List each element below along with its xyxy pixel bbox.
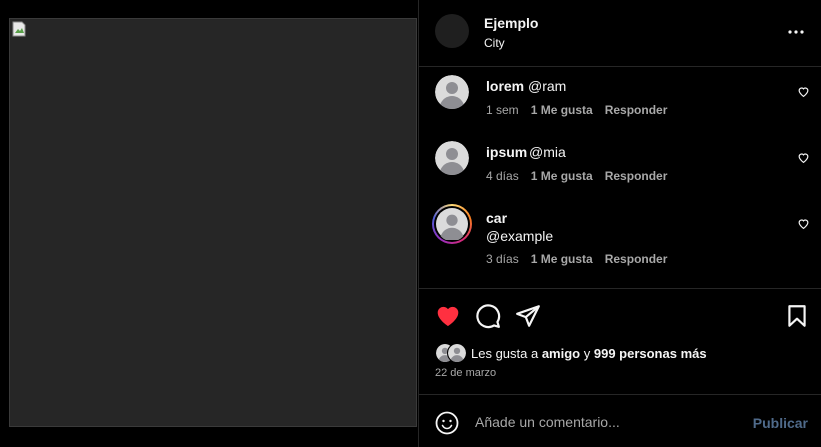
more-options-icon[interactable] bbox=[784, 22, 808, 42]
comment-like-count[interactable]: 1 Me gusta bbox=[531, 252, 593, 266]
bookmark-icon[interactable] bbox=[784, 303, 810, 329]
comment-time[interactable]: 3 días bbox=[486, 252, 519, 266]
author-username[interactable]: Ejemplo bbox=[484, 15, 538, 31]
comment-text[interactable]: @mia bbox=[529, 144, 566, 160]
comment-item: ipsum @mia 4 días 1 Me gusta Responder bbox=[419, 141, 821, 191]
comment-meta: 1 sem 1 Me gusta Responder bbox=[486, 103, 667, 117]
likes-summary[interactable]: Les gusta a amigo y 999 personas más bbox=[435, 342, 707, 364]
comment-meta: 3 días 1 Me gusta Responder bbox=[486, 252, 667, 266]
likes-others[interactable]: 999 personas más bbox=[594, 346, 707, 361]
comment-heart-icon[interactable] bbox=[797, 217, 810, 230]
likes-prefix: Les gusta a bbox=[471, 345, 542, 361]
likes-middle: y bbox=[580, 345, 594, 361]
comment-username[interactable]: ipsum bbox=[486, 144, 527, 160]
emoji-icon[interactable] bbox=[435, 411, 459, 435]
share-icon[interactable] bbox=[515, 303, 541, 329]
comment-icon[interactable] bbox=[475, 303, 501, 329]
post-header: Ejemplo City bbox=[419, 0, 821, 67]
heart-icon[interactable] bbox=[435, 303, 461, 329]
comment-username[interactable]: car bbox=[486, 210, 507, 226]
comment-username[interactable]: lorem bbox=[486, 78, 524, 94]
post-actions bbox=[419, 288, 821, 348]
comment-heart-icon[interactable] bbox=[797, 85, 810, 98]
author-avatar[interactable] bbox=[435, 14, 469, 48]
comment-input[interactable] bbox=[475, 409, 735, 435]
comment-time[interactable]: 4 días bbox=[486, 169, 519, 183]
default-avatar-icon bbox=[435, 141, 469, 175]
broken-image-icon bbox=[12, 21, 26, 37]
publish-button[interactable]: Publicar bbox=[753, 415, 808, 431]
commenter-avatar-story-ring[interactable] bbox=[432, 204, 472, 244]
comment-text[interactable]: @example bbox=[486, 228, 553, 244]
comment-text[interactable]: @ram bbox=[528, 78, 566, 94]
post-date[interactable]: 22 de marzo bbox=[435, 367, 496, 379]
likes-friend[interactable]: amigo bbox=[542, 346, 580, 361]
comment-heart-icon[interactable] bbox=[797, 151, 810, 164]
comment-item: car @example 3 días 1 Me gusta Responder bbox=[419, 204, 821, 274]
likes-text: Les gusta a amigo y 999 personas más bbox=[471, 346, 707, 361]
comment-like-count[interactable]: 1 Me gusta bbox=[531, 103, 593, 117]
comment-meta: 4 días 1 Me gusta Responder bbox=[486, 169, 667, 183]
add-comment-bar: Publicar bbox=[419, 394, 821, 447]
reply-button[interactable]: Responder bbox=[605, 103, 668, 117]
reply-button[interactable]: Responder bbox=[605, 169, 668, 183]
comment-time[interactable]: 1 sem bbox=[486, 103, 519, 117]
default-avatar-icon bbox=[448, 344, 466, 362]
default-avatar-icon bbox=[435, 75, 469, 109]
default-avatar-icon bbox=[436, 208, 468, 240]
liker-avatar bbox=[447, 343, 467, 363]
commenter-avatar[interactable] bbox=[435, 141, 469, 175]
post-media[interactable] bbox=[9, 18, 417, 427]
comment-item: lorem @ram 1 sem 1 Me gusta Responder bbox=[419, 75, 821, 125]
post-location[interactable]: City bbox=[484, 36, 505, 50]
reply-button[interactable]: Responder bbox=[605, 252, 668, 266]
post-side-panel: Ejemplo City lorem @ram 1 sem 1 Me gusta… bbox=[418, 0, 821, 447]
commenter-avatar[interactable] bbox=[435, 75, 469, 109]
comment-like-count[interactable]: 1 Me gusta bbox=[531, 169, 593, 183]
